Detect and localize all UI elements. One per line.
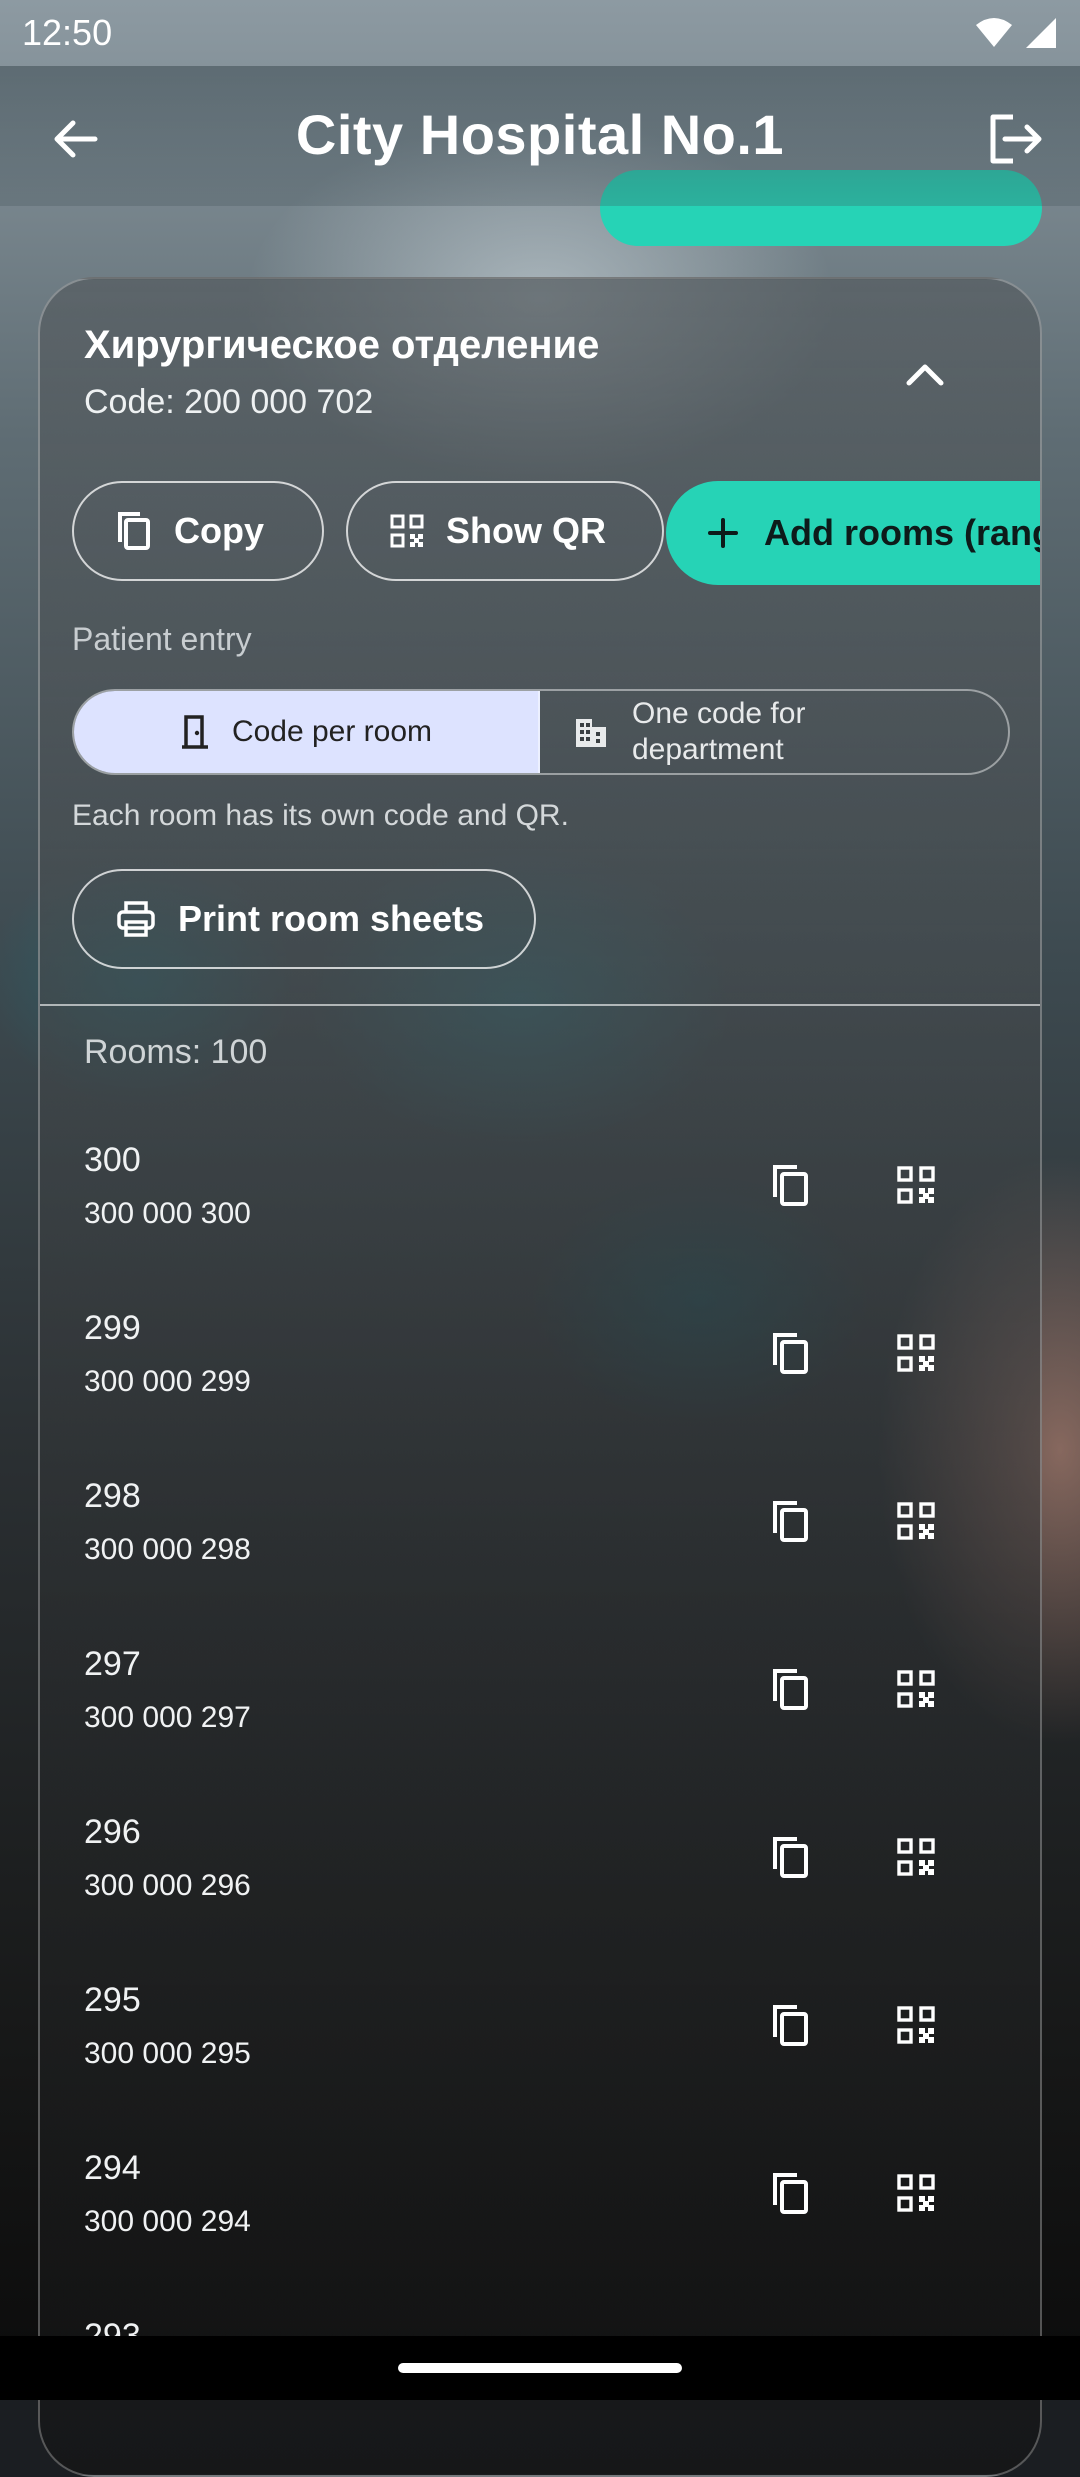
divider [40, 1004, 1040, 1006]
show-qr-button-label: Show QR [446, 510, 606, 551]
signal-icon [1026, 18, 1056, 48]
room-code: 300 000 295 [84, 2037, 251, 2070]
copy-icon [773, 1165, 808, 1206]
room-row[interactable]: 300 300 000 300 [40, 1141, 1040, 1309]
add-rooms-button-label: Add rooms (rang [764, 512, 1042, 553]
room-qr-button[interactable] [876, 1313, 956, 1393]
room-qr-button[interactable] [876, 1985, 956, 2065]
room-number: 300 [84, 1141, 141, 1179]
room-row[interactable]: 298 300 000 298 [40, 1477, 1040, 1645]
room-row[interactable]: 299 300 000 299 [40, 1309, 1040, 1477]
room-code: 300 000 300 [84, 1197, 251, 1230]
copy-button[interactable]: Copy [72, 481, 324, 581]
copy-icon [118, 512, 150, 550]
app-bar: City Hospital No.1 [0, 66, 1080, 206]
rooms-count: Rooms: 100 [84, 1033, 268, 1071]
print-room-sheets-button[interactable]: Print room sheets [72, 869, 536, 969]
qr-code-icon [897, 2006, 935, 2044]
room-number: 296 [84, 1813, 141, 1851]
copy-button-label: Copy [174, 510, 264, 551]
room-qr-button[interactable] [876, 1649, 956, 1729]
qr-code-icon [390, 514, 424, 548]
copy-icon [773, 2005, 808, 2046]
copy-icon [773, 1501, 808, 1542]
segment-one-code-for-department[interactable]: One code for department [540, 691, 1008, 773]
qr-code-icon [897, 2174, 935, 2212]
status-bar: 12:50 [0, 0, 1080, 66]
room-number: 295 [84, 1981, 141, 2019]
room-copy-button[interactable] [750, 1145, 830, 1225]
room-copy-button[interactable] [750, 2153, 830, 2233]
room-copy-button[interactable] [750, 1985, 830, 2065]
department-name: Хирургическое отделение [84, 323, 600, 367]
qr-code-icon [897, 1334, 935, 1372]
room-number: 297 [84, 1645, 141, 1683]
room-row[interactable]: 297 300 000 297 [40, 1645, 1040, 1813]
room-number: 298 [84, 1477, 141, 1515]
room-row[interactable]: 294 300 000 294 [40, 2149, 1040, 2317]
copy-icon [773, 1837, 808, 1878]
qr-code-icon [897, 1838, 935, 1876]
department-card: Хирургическое отделение Code: 200 000 70… [38, 277, 1042, 2477]
door-icon [181, 715, 208, 749]
segment-one-code-label: One code for department [632, 697, 806, 766]
logout-icon [990, 114, 1042, 164]
room-qr-button[interactable] [876, 1817, 956, 1897]
room-row[interactable]: 295 300 000 295 [40, 1981, 1040, 2149]
show-qr-button[interactable]: Show QR [346, 481, 664, 581]
room-copy-button[interactable] [750, 1817, 830, 1897]
room-copy-button[interactable] [750, 1313, 830, 1393]
room-code: 300 000 296 [84, 1869, 251, 1902]
printer-icon [117, 901, 155, 937]
room-code: 300 000 297 [84, 1701, 251, 1734]
room-number: 299 [84, 1309, 141, 1347]
copy-icon [773, 1669, 808, 1710]
room-qr-button[interactable] [876, 1481, 956, 1561]
qr-code-icon [897, 1166, 935, 1204]
copy-icon [773, 1333, 808, 1374]
qr-code-icon [897, 1502, 935, 1540]
copy-icon [773, 2173, 808, 2214]
room-code: 300 000 298 [84, 1533, 251, 1566]
patient-entry-label: Patient entry [72, 621, 252, 657]
plus-icon [708, 518, 738, 548]
segment-code-per-room-label: Code per room [231, 715, 433, 748]
logout-button[interactable] [980, 104, 1050, 174]
add-rooms-button[interactable]: Add rooms (rang [666, 481, 1042, 585]
patient-entry-toggle: Code per room One code for department [72, 689, 1010, 775]
room-row[interactable]: 296 300 000 296 [40, 1813, 1040, 1981]
patient-entry-hint: Each room has its own code and QR. [72, 799, 569, 832]
room-code: 300 000 299 [84, 1365, 251, 1398]
room-qr-button[interactable] [876, 2153, 956, 2233]
chevron-up-icon [906, 364, 944, 386]
wifi-icon [976, 18, 1012, 47]
status-time: 12:50 [22, 12, 113, 53]
qr-code-icon [897, 1670, 935, 1708]
room-number: 294 [84, 2149, 141, 2187]
department-code: Code: 200 000 702 [84, 383, 374, 421]
room-code: 300 000 294 [84, 2205, 251, 2238]
segment-code-per-room[interactable]: Code per room [74, 691, 540, 773]
home-gesture-handle[interactable] [398, 2363, 682, 2373]
collapse-button[interactable] [890, 339, 960, 409]
print-room-sheets-label: Print room sheets [178, 898, 485, 939]
building-icon [576, 719, 606, 747]
room-qr-button[interactable] [876, 1145, 956, 1225]
room-copy-button[interactable] [750, 1649, 830, 1729]
room-copy-button[interactable] [750, 1481, 830, 1561]
page-title: City Hospital No.1 [295, 103, 785, 166]
